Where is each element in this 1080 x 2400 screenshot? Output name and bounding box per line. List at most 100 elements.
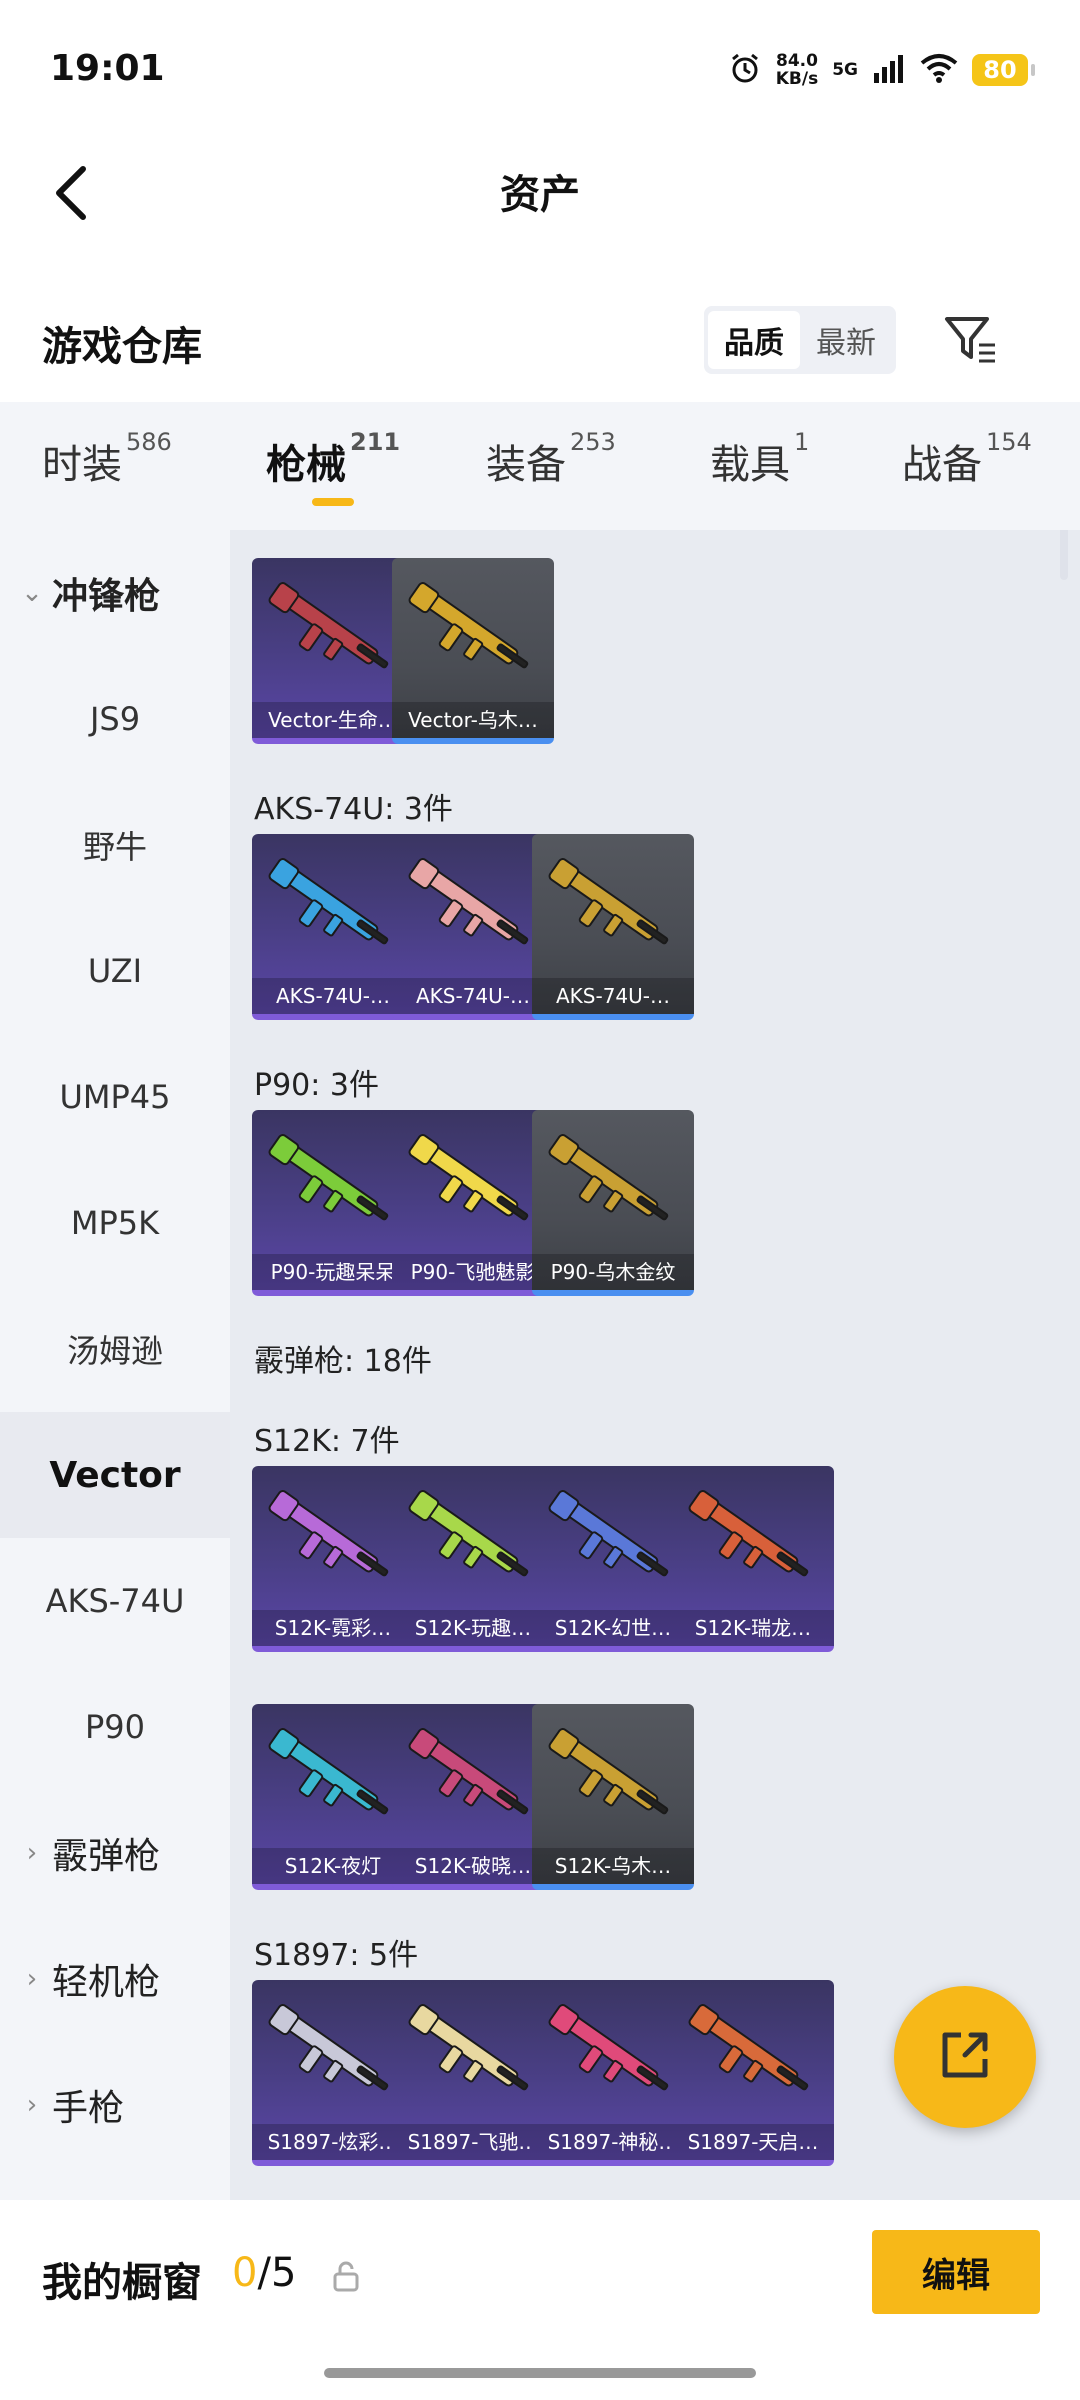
weapon-image: [268, 1490, 389, 1577]
filter-button[interactable]: [940, 310, 1002, 372]
weapon-part: [718, 2045, 744, 2074]
sidebar-item[interactable]: UMP45: [0, 1034, 230, 1160]
weapon-card[interactable]: S12K-瑞龙…: [672, 1466, 834, 1652]
sidebar-item[interactable]: › 轻机枪: [0, 1916, 230, 2042]
weapon-card[interactable]: AKS-74U-…: [532, 834, 694, 1020]
weapon-card[interactable]: S12K-乌木…: [532, 1704, 694, 1890]
sort-option-quality[interactable]: 品质: [708, 311, 800, 369]
weapon-card[interactable]: S1897-飞驰…: [392, 1980, 554, 2166]
weapon-part: [323, 913, 344, 937]
warehouse-header: 游戏仓库 品质 最新: [0, 290, 1080, 390]
tab-count: 1: [794, 428, 810, 456]
weapon-card-label: S12K-幻世…: [532, 1610, 694, 1646]
weapon-card-label: S12K-破晓…: [392, 1848, 554, 1884]
weapon-card[interactable]: P90-飞驰魅影: [392, 1110, 554, 1296]
weapon-part: [438, 1175, 464, 1204]
weapon-part: [578, 1175, 604, 1204]
weapon-card[interactable]: P90-乌木金纹: [532, 1110, 694, 1296]
home-indicator[interactable]: [324, 2368, 756, 2378]
tab-label: 时装: [42, 442, 122, 488]
weapon-part: [323, 637, 344, 661]
weapon-image: [408, 1490, 529, 1577]
weapon-image: [688, 1490, 809, 1577]
sort-toggle: 品质 最新: [704, 306, 896, 374]
weapon-image: [688, 2004, 809, 2091]
weapon-part: [438, 1531, 464, 1560]
weapon-image: [408, 582, 529, 669]
weapon-part: [438, 623, 464, 652]
weapon-image: [268, 858, 389, 945]
app-header: 资产: [0, 140, 1080, 250]
weapon-card[interactable]: AKS-74U-…: [392, 834, 554, 1020]
net-speed: 84.0 KB/s: [776, 52, 818, 88]
weapon-part: [603, 1783, 624, 1807]
share-button[interactable]: [894, 1986, 1036, 2128]
sidebar-item-label: AKS-74U: [45, 1582, 185, 1620]
weapon-card[interactable]: Vector-乌木…: [392, 558, 554, 744]
active-tab-indicator: [312, 498, 354, 506]
group-label: S1897: 5件: [254, 1938, 419, 1973]
tab-vehicles[interactable]: 载具 1: [710, 428, 809, 490]
sidebar-item[interactable]: P90: [0, 1664, 230, 1790]
sort-option-newest[interactable]: 最新: [800, 311, 892, 369]
sidebar-item[interactable]: 汤姆逊: [0, 1286, 230, 1412]
weapon-card[interactable]: S12K-破晓…: [392, 1704, 554, 1890]
tab-weapons[interactable]: 枪械 211: [266, 428, 400, 490]
signal-icon: [872, 53, 906, 87]
tab-label: 战备: [902, 442, 982, 488]
weapon-grid: Vector-生命… Vector-乌木… AKS-74U: 3件 AKS-74U-……: [230, 530, 1080, 2200]
weapon-sidebar: ⌄ 冲锋枪 JS9 野牛 UZI UMP45 MP5K 汤姆逊 Vector AKS-74U P90…: [0, 530, 230, 2200]
tab-label: 装备: [486, 442, 566, 488]
alarm-icon: [728, 51, 762, 89]
sidebar-item-label: 冲锋枪: [52, 576, 161, 617]
weapon-card[interactable]: S1897-天启…: [672, 1980, 834, 2166]
sidebar-item[interactable]: › 霰弹枪: [0, 1790, 230, 1916]
weapon-part: [743, 2059, 764, 2083]
tab-count: 586: [126, 428, 172, 456]
net-speed-unit: KB/s: [775, 69, 819, 89]
group-label: P90: 3件: [254, 1068, 379, 1103]
tab-count: 211: [350, 428, 401, 456]
weapon-card[interactable]: AKS-74U-…: [252, 834, 414, 1020]
weapon-part: [463, 1189, 484, 1213]
tab-supplies[interactable]: 战备 154: [902, 428, 1032, 490]
sidebar-item[interactable]: Vector: [0, 1412, 230, 1538]
group-label: AKS-74U: 3件: [254, 792, 453, 827]
sidebar-item[interactable]: ⌄ 冲锋枪: [0, 530, 230, 656]
tab-label: 枪械: [266, 442, 346, 488]
weapon-card-label: AKS-74U-…: [392, 978, 554, 1014]
group-label: 霰弹枪: 18件: [254, 1344, 432, 1379]
sidebar-item[interactable]: AKS-74U: [0, 1538, 230, 1664]
weapon-card[interactable]: S12K-幻世…: [532, 1466, 694, 1652]
weapon-card[interactable]: S12K-玩趣…: [392, 1466, 554, 1652]
weapon-card-label: S12K-玩趣…: [392, 1610, 554, 1646]
weapon-part: [463, 2059, 484, 2083]
sidebar-item[interactable]: MP5K: [0, 1160, 230, 1286]
weapon-card[interactable]: S1897-炫彩…: [252, 1980, 414, 2166]
tab-equipment[interactable]: 装备 253: [486, 428, 616, 490]
sidebar-item[interactable]: UZI: [0, 908, 230, 1034]
weapon-image: [408, 858, 529, 945]
scrollbar[interactable]: [1060, 530, 1068, 580]
sidebar-item[interactable]: 野牛: [0, 782, 230, 908]
weapon-card[interactable]: Vector-生命…: [252, 558, 414, 744]
lock-icon: [332, 2260, 360, 2292]
status-bar: 19:01 84.0 KB/s 5G 80: [0, 0, 1080, 140]
weapon-card[interactable]: S12K-夜灯: [252, 1704, 414, 1890]
weapon-image: [408, 1134, 529, 1221]
status-icons: 84.0 KB/s 5G 80: [728, 48, 1035, 92]
tab-fashion[interactable]: 时装 586: [42, 428, 172, 490]
page-title: 资产: [500, 172, 580, 218]
weapon-part: [603, 1545, 624, 1569]
weapon-card[interactable]: S12K-霓彩…: [252, 1466, 414, 1652]
edit-button[interactable]: 编辑: [872, 2230, 1040, 2314]
weapon-part: [463, 637, 484, 661]
weapon-card[interactable]: P90-玩趣呆呆: [252, 1110, 414, 1296]
weapon-card-label: S1897-天启…: [672, 2124, 834, 2160]
weapon-card[interactable]: S1897-神秘…: [532, 1980, 694, 2166]
sidebar-item[interactable]: JS9: [0, 656, 230, 782]
weapon-part: [578, 2045, 604, 2074]
weapon-part: [578, 1531, 604, 1560]
filter-icon: [943, 313, 999, 369]
sidebar-item[interactable]: › 手枪: [0, 2042, 230, 2168]
